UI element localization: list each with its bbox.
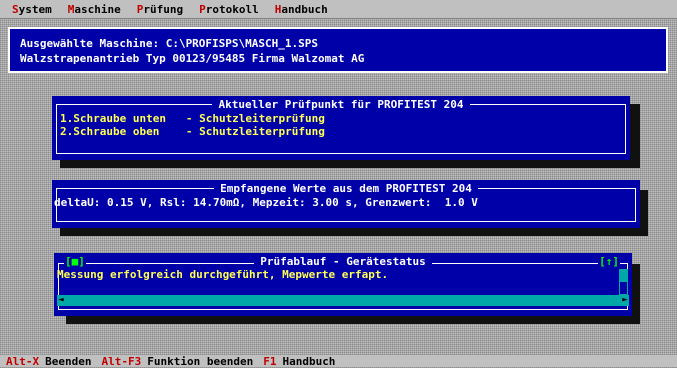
statusbar-handbuch-label: Handbuch (282, 354, 336, 368)
menu-handbuch[interactable]: Handbuch (275, 4, 328, 15)
statusbar-funktion-beenden[interactable]: Alt-F3 Funktion beenden (101, 356, 253, 367)
werte-values: deltaU: 0.15 V, Rsl: 14.70mΩ, Mepzeit: 3… (54, 196, 478, 209)
scroll-left-arrow-icon[interactable]: ◄ (57, 295, 65, 306)
status-message: Messung erfolgreich durchgeführt, Mepwer… (57, 268, 389, 281)
menu-protokoll[interactable]: Protokoll (199, 4, 259, 15)
menu-maschine[interactable]: Maschine (68, 4, 121, 15)
pruefpunkt-row-1[interactable]: 1.Schraube unten - Schutzleiterprüfung (60, 112, 325, 125)
menu-bar: System Maschine Prüfung Protokoll Handbu… (0, 0, 677, 19)
status-title-wrap: Prüfablauf - Gerätestatus (54, 255, 632, 268)
werte-panel: Empfangene Werte aus dem PROFITEST 204 d… (52, 180, 640, 228)
statusbar-beenden[interactable]: Alt-X Beenden (6, 356, 91, 367)
scroll-right-arrow-icon[interactable]: ► (621, 295, 629, 306)
pruefpunkt-panel: Aktueller Prüfpunkt für PROFITEST 204 1.… (52, 96, 630, 160)
status-bar: Alt-X Beenden Alt-F3 Funktion beenden F1 Ha… (0, 355, 677, 367)
werte-title-wrap: Empfangene Werte aus dem PROFITEST 204 (52, 182, 640, 195)
statusbar-handbuch[interactable]: F1 Handbuch (263, 356, 335, 367)
menu-handbuch-label: andbuch (281, 2, 328, 16)
menu-pruefung[interactable]: Prüfung (137, 4, 183, 15)
pruefpunkt-row-2[interactable]: 2.Schraube oben - Schutzleiterprüfung (60, 125, 325, 138)
pruefpunkt-title: Aktueller Prüfpunkt für PROFITEST 204 (212, 98, 470, 111)
status-window: [■] Prüfablauf - Gerätestatus [↑] Messun… (54, 253, 632, 316)
vertical-scroll-thumb[interactable] (619, 281, 628, 295)
status-title: Prüfablauf - Gerätestatus (254, 255, 432, 268)
horizontal-scrollbar[interactable]: ◄ ► (57, 295, 629, 306)
machine-description: Walzstrapenantrieb Typ 00123/95485 Firma… (20, 52, 365, 65)
menu-system-hotkey: S (12, 2, 19, 16)
menu-protokoll-hotkey: P (199, 2, 206, 16)
vertical-scrollbar[interactable] (619, 269, 628, 295)
menu-system-label: ystem (18, 2, 52, 16)
statusbar-funktion-key: Alt-F3 (101, 354, 142, 368)
menu-protokoll-label: rotokoll (205, 2, 259, 16)
statusbar-funktion-label: Funktion beenden (147, 354, 254, 368)
statusbar-handbuch-key: F1 (263, 354, 277, 368)
selected-machine-panel: Ausgewählte Maschine: C:\PROFISPS\MASCH_… (8, 27, 668, 73)
werte-title: Empfangene Werte aus dem PROFITEST 204 (214, 182, 478, 195)
machine-path: Ausgewählte Maschine: C:\PROFISPS\MASCH_… (20, 37, 319, 50)
menu-pruefung-label: rüfung (143, 2, 184, 16)
menu-system[interactable]: System (12, 4, 52, 15)
pruefpunkt-title-wrap: Aktueller Prüfpunkt für PROFITEST 204 (52, 98, 630, 111)
statusbar-beenden-key: Alt-X (6, 354, 40, 368)
status-maximize-button[interactable]: [↑] (598, 256, 620, 268)
menu-maschine-label: aschine (74, 2, 121, 16)
statusbar-beenden-label: Beenden (45, 354, 92, 368)
